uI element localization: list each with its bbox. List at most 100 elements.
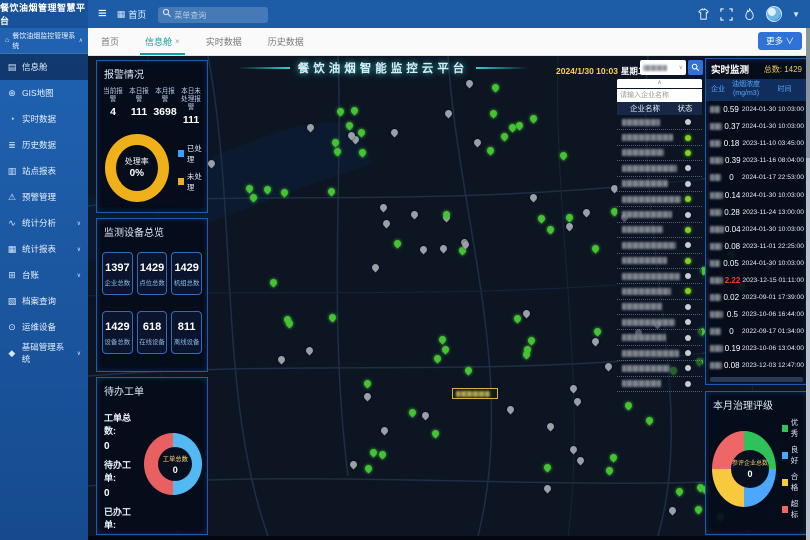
status-dot-off xyxy=(685,212,691,218)
monitor-row[interactable]: 0.052024-01-30 10:03:00 xyxy=(706,255,807,272)
sidebar-system-header[interactable]: ⌂ 餐饮油烟监控管理系统 ∧ xyxy=(0,28,88,54)
menu-search-input[interactable] xyxy=(158,7,268,23)
monitor-scroll-handle[interactable] xyxy=(710,377,803,382)
collapse-handle[interactable]: ∧ xyxy=(617,79,702,88)
sidebar-item-system[interactable]: ◆基础管理系统∨ xyxy=(0,340,88,366)
sidebar-item-report[interactable]: ▥站点报表 xyxy=(0,158,88,184)
rating-legend: 优秀良好合格超标 xyxy=(782,417,803,520)
enterprise-search-button[interactable] xyxy=(688,60,703,75)
more-button[interactable]: 更多 ∨ xyxy=(758,32,802,50)
scrollbar-thumb[interactable] xyxy=(806,28,810,158)
enterprise-row[interactable] xyxy=(617,361,702,376)
enterprise-row[interactable] xyxy=(617,315,702,330)
monitor-row[interactable]: 0.022023-09-01 17:39:00 xyxy=(706,289,807,306)
device-card[interactable]: 1397企业总数 xyxy=(102,252,133,295)
monitor-row[interactable]: 02022-09-17 01:34:00 xyxy=(706,323,807,340)
alarm-panel-title: 报警情况 xyxy=(97,61,207,84)
enterprise-name-redacted xyxy=(622,226,663,233)
enterprise-row[interactable] xyxy=(617,238,702,253)
monitor-row[interactable]: 0.372024-01-30 10:03:00 xyxy=(706,118,807,135)
tab-实时数据[interactable]: 实时数据 xyxy=(193,28,255,55)
sidebar-item-map[interactable]: ⊕GIS地图 xyxy=(0,80,88,106)
enterprise-row[interactable] xyxy=(617,161,702,176)
status-dot-on xyxy=(685,288,691,294)
enterprise-row[interactable] xyxy=(617,146,702,161)
concentration-value: 0.14 xyxy=(723,191,742,200)
monitor-row[interactable]: 0.082023-12-03 12:47:00 xyxy=(706,357,807,374)
monitor-row[interactable]: 0.52023-10-06 16:44:00 xyxy=(706,306,807,323)
scrollbar[interactable] xyxy=(806,28,810,540)
legend-label: 超标 xyxy=(791,498,803,520)
col-status: 状态 xyxy=(673,103,697,114)
sidebar-item-clock[interactable]: ◔实时数据 xyxy=(0,106,88,132)
device-card[interactable]: 1429设备总数 xyxy=(102,311,133,354)
tab-信息舱[interactable]: 信息舱× xyxy=(132,28,193,55)
hamburger-icon[interactable]: ≡ xyxy=(98,0,107,28)
map-canvas[interactable]: 餐饮油烟智能监控云平台 2024/1/30 10:03星期二 报警情况 当前报警… xyxy=(88,56,810,536)
enterprise-row[interactable] xyxy=(617,130,702,145)
enterprise-name-redacted xyxy=(710,106,720,113)
enterprise-row[interactable] xyxy=(617,284,702,299)
workorder-panel: 待办工单 工单总数:0待办工单:0已办工单:0 工单总数 0 xyxy=(96,377,208,535)
sidebar-item-device[interactable]: ⊙运维设备 xyxy=(0,314,88,340)
map-icon: ⊕ xyxy=(7,88,17,99)
monitor-row[interactable]: 0.082023-11-01 22:25:00 xyxy=(706,238,807,255)
sidebar-item-ledger[interactable]: ⊞台账∨ xyxy=(0,262,88,288)
monitor-row[interactable]: 0.282023-11-24 13:00:00 xyxy=(706,204,807,221)
dropdown-chevron-icon[interactable]: ▼ xyxy=(792,10,800,19)
legend-item: 合格 xyxy=(782,471,803,493)
monitor-row[interactable]: 2.222023-12-15 01:11:00 xyxy=(706,272,807,289)
tab-首页[interactable]: 首页 xyxy=(88,28,132,55)
monitor-row[interactable]: 0.192023-10-06 13:04:00 xyxy=(706,340,807,357)
notification-icon[interactable] xyxy=(743,8,756,21)
enterprise-row[interactable] xyxy=(617,177,702,192)
monitor-row[interactable]: 02024-01-17 22:53:00 xyxy=(706,169,807,186)
monitor-row[interactable]: 0.182023-11-10 03:45:00 xyxy=(706,135,807,152)
fullscreen-icon[interactable] xyxy=(720,8,733,21)
monitor-row[interactable]: 0.592024-01-30 10:03:00 xyxy=(706,101,807,118)
enterprise-row[interactable] xyxy=(617,330,702,345)
enterprise-name-redacted xyxy=(622,165,677,172)
status-dot-off xyxy=(685,304,691,310)
device-card[interactable]: 1429机组总数 xyxy=(171,252,202,295)
monitor-row[interactable]: 0.142024-01-30 10:03:00 xyxy=(706,186,807,203)
theme-icon[interactable] xyxy=(697,8,710,21)
enterprise-row[interactable] xyxy=(617,300,702,315)
avatar[interactable] xyxy=(766,6,782,22)
home-button[interactable]: ▦ 首页 xyxy=(117,8,147,21)
device-card-label: 机组总数 xyxy=(173,278,200,287)
enterprise-row[interactable] xyxy=(617,269,702,284)
legend-label: 未处理 xyxy=(187,171,207,193)
enterprise-name-redacted xyxy=(710,243,722,250)
monitor-row[interactable]: 0.392023-11-16 08:04:00 xyxy=(706,152,807,169)
legend-swatch xyxy=(782,506,788,513)
sidebar-item-history[interactable]: ≣历史数据 xyxy=(0,132,88,158)
tab-bar: 首页信息舱×实时数据历史数据 更多 ∨ xyxy=(88,28,810,56)
chevron-up-icon: ∧ xyxy=(79,37,83,44)
map-banner-title: 餐饮油烟智能监控云平台 xyxy=(298,60,469,76)
enterprise-row[interactable] xyxy=(617,115,702,130)
device-card[interactable]: 1429点位总数 xyxy=(137,252,168,295)
enterprise-row[interactable] xyxy=(617,254,702,269)
device-card[interactable]: 811离线设备 xyxy=(171,311,202,354)
sidebar-item-stats[interactable]: ▦统计报表∨ xyxy=(0,236,88,262)
enterprise-row[interactable] xyxy=(617,223,702,238)
status-dot-on xyxy=(685,150,691,156)
tab-历史数据[interactable]: 历史数据 xyxy=(255,28,317,55)
sidebar-item-alarm[interactable]: ⚠预警管理 xyxy=(0,184,88,210)
sidebar-item-dashboard[interactable]: ▤信息舱 xyxy=(0,54,88,80)
enterprise-row[interactable] xyxy=(617,192,702,207)
close-icon[interactable]: × xyxy=(175,37,180,46)
device-card[interactable]: 618在线设备 xyxy=(137,311,168,354)
legend-swatch xyxy=(782,479,788,486)
enterprise-row[interactable] xyxy=(617,377,702,392)
enterprise-row[interactable] xyxy=(617,346,702,361)
monitor-row[interactable]: 0.042024-01-30 10:03:00 xyxy=(706,221,807,238)
map-tooltip[interactable] xyxy=(452,388,498,399)
enterprise-name-input[interactable] xyxy=(617,89,702,102)
sidebar-item-archive[interactable]: ▧档案查询 xyxy=(0,288,88,314)
sidebar-item-analysis[interactable]: ∿统计分析∨ xyxy=(0,210,88,236)
col-concentration: 油烟浓度(mg/m3) xyxy=(730,81,762,99)
enterprise-row[interactable] xyxy=(617,207,702,222)
enterprise-filter-select[interactable]: ∨ xyxy=(640,60,686,75)
